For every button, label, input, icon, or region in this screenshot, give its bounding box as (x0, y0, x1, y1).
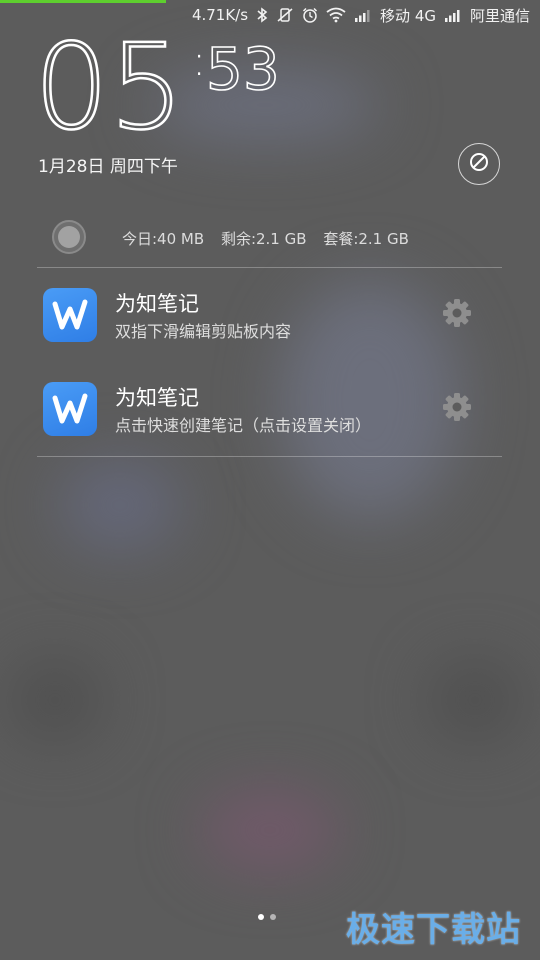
bluetooth-icon (256, 7, 268, 23)
lockscreen-date: 1月28日 周四下午 (38, 157, 178, 177)
notification-title: 为知笔记 (115, 292, 199, 316)
carrier-label: 移动 4G (380, 6, 436, 25)
wallpaper-blob (60, 460, 180, 550)
wallpaper-blob (430, 660, 520, 740)
wifi-icon (326, 7, 346, 23)
carrier-label: 阿里通信 (469, 6, 530, 25)
notification-text: 点击快速创建笔记（点击设置关闭） (115, 416, 372, 435)
notification-settings-button[interactable] (439, 297, 475, 333)
data-usage-indicator (52, 220, 86, 254)
vibrate-off-icon (276, 7, 294, 23)
notification-item[interactable]: 为知笔记 点击快速创建笔记（点击设置关闭） (37, 376, 502, 464)
signal-icon (444, 8, 462, 22)
divider (37, 456, 502, 457)
page-indicator (258, 914, 276, 920)
data-remaining: 剩余:2.1 GB (220, 230, 307, 248)
gear-icon (441, 391, 473, 427)
clock-hours: 05 (33, 18, 186, 156)
wallpaper-blob (10, 660, 100, 740)
page-dot (270, 914, 276, 920)
clock-minutes: 53 (205, 35, 280, 103)
data-today: 今日:40 MB (122, 230, 205, 248)
notification-settings-button[interactable] (439, 391, 475, 427)
alarm-icon (302, 7, 318, 23)
wiz-note-icon (43, 382, 97, 436)
network-speed: 4.71K/s (191, 6, 249, 24)
page-dot-active (258, 914, 264, 920)
data-plan: 套餐:2.1 GB (323, 230, 409, 248)
divider (37, 267, 502, 268)
gear-icon (441, 297, 473, 333)
data-usage-text: 今日:40 MB 剩余:2.1 GB 套餐:2.1 GB (122, 228, 421, 249)
notification-title: 为知笔记 (115, 386, 199, 410)
data-usage-row[interactable]: 今日:40 MB 剩余:2.1 GB 套餐:2.1 GB (52, 220, 472, 254)
signal-icon (354, 8, 372, 22)
do-not-disturb-button[interactable] (458, 143, 500, 185)
watermark: 极速下载站 (346, 910, 521, 950)
notification-item[interactable]: 为知笔记 双指下滑编辑剪贴板内容 (37, 282, 502, 370)
wallpaper-blob (200, 790, 340, 870)
clock-colon: : (192, 36, 207, 85)
block-icon (468, 151, 490, 177)
notification-text: 双指下滑编辑剪贴板内容 (115, 322, 292, 341)
wiz-note-icon (43, 288, 97, 342)
